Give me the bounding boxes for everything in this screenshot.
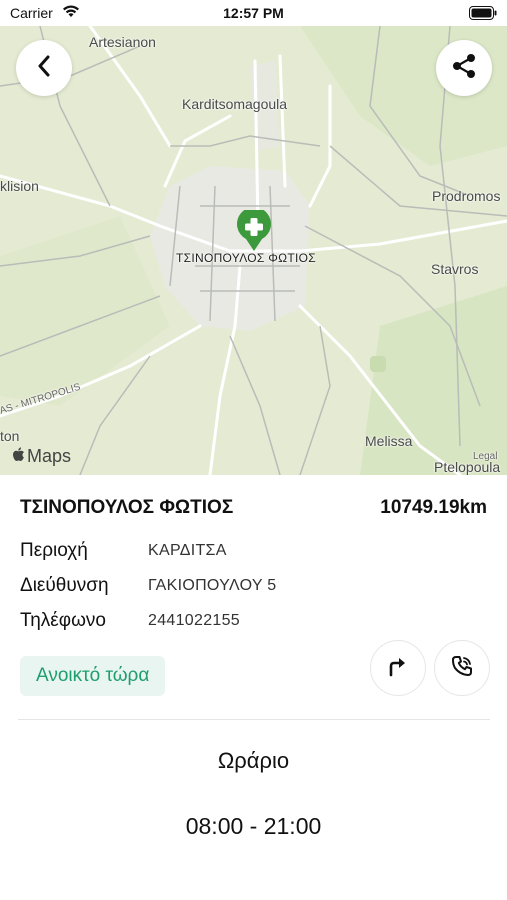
pharmacy-pin-icon[interactable] — [236, 207, 272, 257]
chevron-left-icon — [37, 55, 51, 82]
apple-logo-icon — [12, 446, 25, 467]
phone-value[interactable]: 2441022155 — [148, 612, 240, 630]
region-value: ΚΑΡΔΙΤΣΑ — [148, 542, 227, 559]
map-label-ptelopoula: Ptelopoula — [434, 459, 501, 475]
phone-icon — [451, 655, 473, 682]
map-label-stavros: Stavros — [431, 261, 479, 277]
address-value: ΓΑΚΙΟΠΟΥΛΟΥ 5 — [148, 577, 277, 594]
apple-maps-logo: Maps — [12, 446, 71, 467]
phone-label: Τηλέφωνο — [20, 610, 106, 631]
map-label-ton: ton — [0, 428, 20, 444]
maps-logo-text: Maps — [27, 446, 72, 466]
back-button[interactable] — [16, 40, 72, 96]
pharmacy-name: ΤΣΙΝΟΠΟΥΛΟΣ ΦΩΤΙΟΣ — [20, 497, 234, 518]
open-status-badge: Ανοικτό τώρα — [20, 656, 166, 696]
region-label: Περιοχή — [20, 540, 88, 561]
hours-value: 08:00 - 21:00 — [185, 813, 322, 839]
turn-right-arrow-icon — [387, 655, 409, 682]
call-button[interactable] — [434, 640, 490, 696]
status-bar: Carrier 12:57 PM — [0, 0, 507, 26]
map-label-karditsomagoula: Karditsomagoula — [182, 96, 288, 112]
address-label: Διεύθυνση — [20, 575, 109, 596]
section-divider — [18, 719, 490, 720]
map-label-klision: klision — [0, 178, 39, 194]
map-label-artesianon: Artesianon — [89, 34, 156, 50]
directions-button[interactable] — [370, 640, 426, 696]
hours-title: Ωράριο — [217, 748, 290, 773]
share-button[interactable] — [436, 40, 492, 96]
map-view[interactable]: Artesianon Karditsomagoula klision Prodr… — [0, 26, 507, 475]
distance-value: 10749.19km — [380, 497, 487, 518]
status-time: 12:57 PM — [223, 5, 284, 21]
map-label-melissa: Melissa — [365, 433, 413, 449]
share-icon — [452, 53, 476, 84]
battery-icon — [469, 6, 497, 23]
map-label-prodromos: Prodromos — [432, 188, 501, 204]
